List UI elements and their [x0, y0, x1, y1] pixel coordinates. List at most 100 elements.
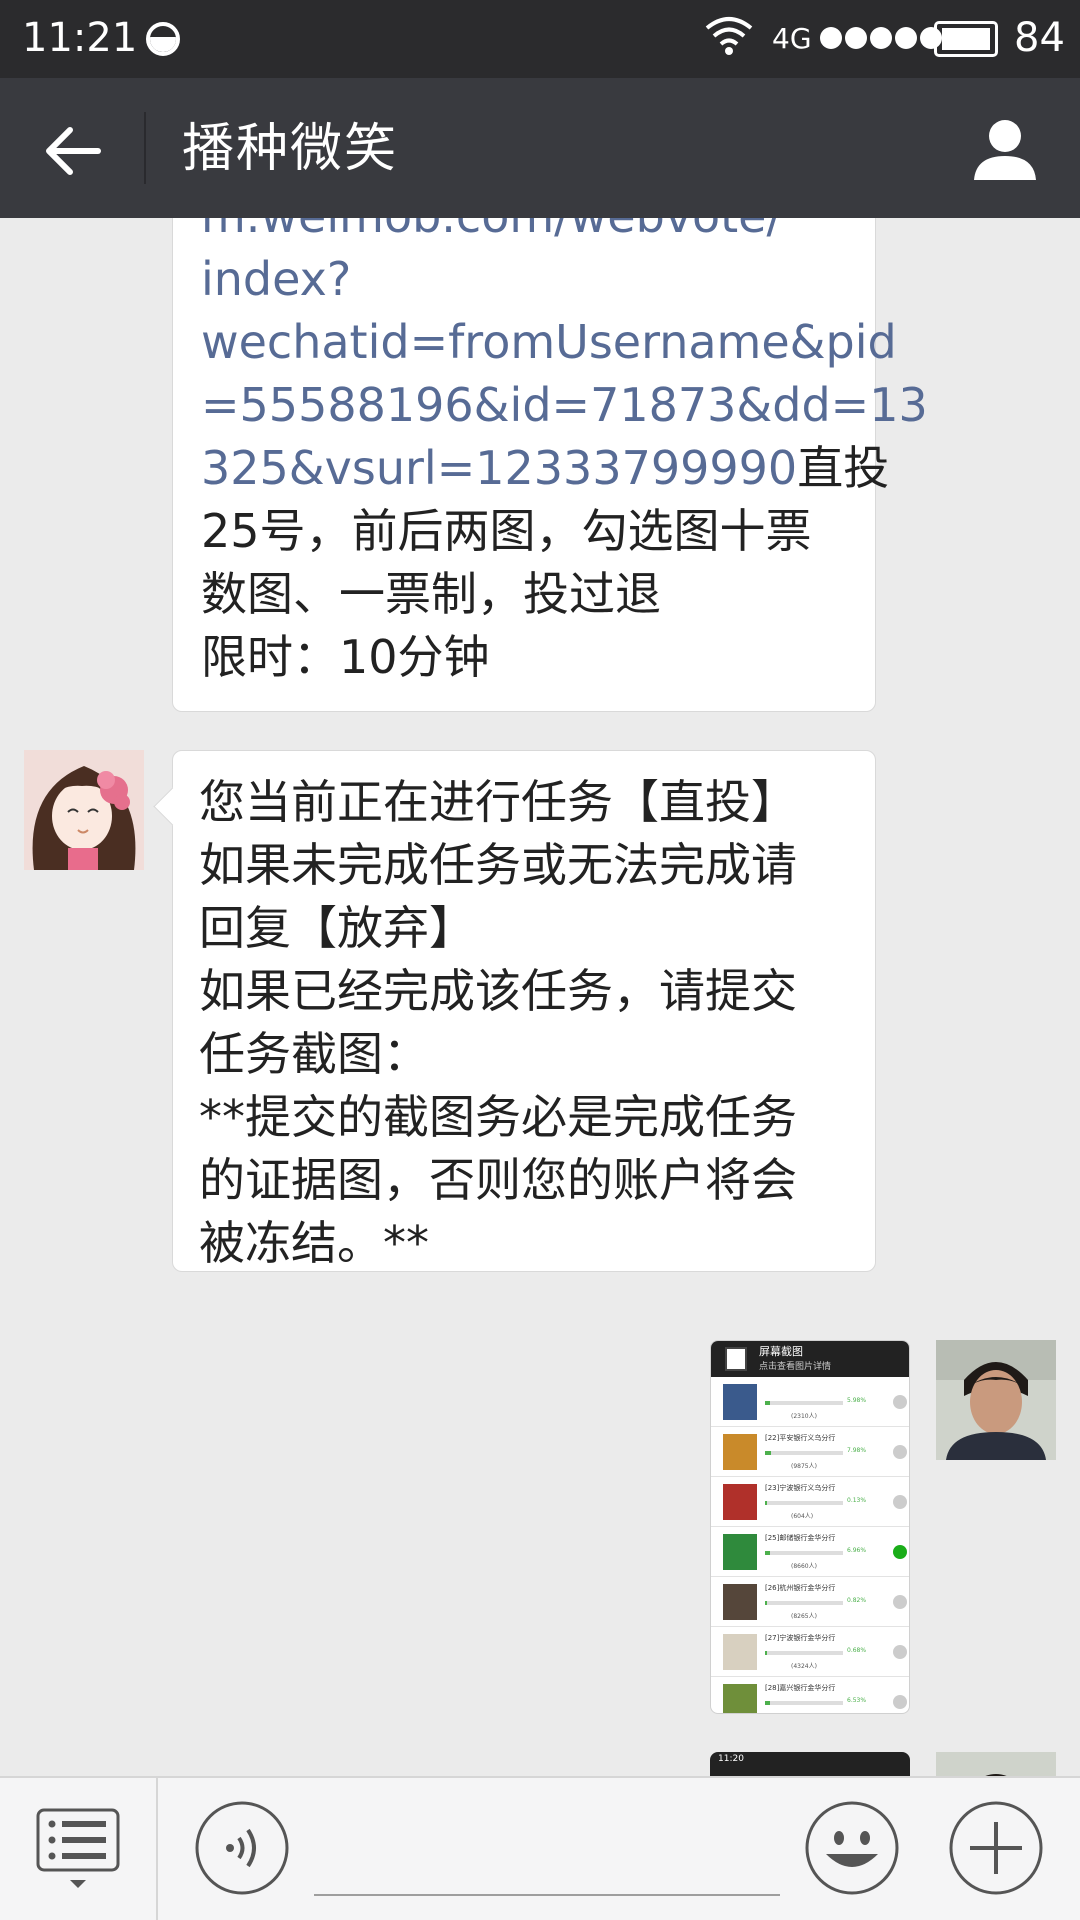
thumb-count: (8660人): [791, 1563, 817, 1570]
thumb-image: [723, 1584, 757, 1620]
screenshot-icon: [725, 1347, 747, 1371]
thumb-progress: [765, 1501, 843, 1505]
message-line: 任务截图：: [199, 1027, 429, 1081]
thumb-header: 屏幕截图 点击查看图片详情: [711, 1341, 909, 1377]
thumb-percent: 0.68%: [847, 1647, 867, 1654]
thumb-row: [26]杭州银行金华分行 0.82% (8265人): [711, 1577, 909, 1627]
thumb-percent: 0.82%: [847, 1597, 867, 1604]
thumb-count: (604人): [791, 1513, 814, 1520]
message-line: 的证据图，否则您的账户将会: [199, 1153, 797, 1207]
my-avatar[interactable]: [936, 1340, 1056, 1460]
do-not-disturb-icon: [146, 22, 180, 56]
thumb-percent: 7.98%: [847, 1447, 867, 1454]
thumb-progress: [765, 1601, 843, 1605]
message-link[interactable]: 325&vsurl=12333799990: [201, 441, 797, 495]
menu-toggle-icon[interactable]: [36, 1808, 120, 1890]
image-message[interactable]: 11:20: [710, 1752, 910, 1776]
header-divider: [144, 112, 146, 184]
thumb-percent: 6.53%: [847, 1697, 867, 1704]
message-input[interactable]: [314, 1894, 780, 1896]
message-line: 被冻结。**: [199, 1216, 429, 1270]
sender-avatar[interactable]: [24, 750, 144, 870]
radio-icon: [893, 1395, 907, 1409]
chat-title: 播种微笑: [182, 119, 399, 179]
battery-icon: [929, 21, 998, 57]
thumb-list: 5.98% (2310人) [22]平安银行义乌分行 7.98% (9875人) [23]…: [711, 1377, 909, 1713]
message-link[interactable]: =55588196&id=71873&dd=13: [201, 374, 928, 437]
message-link[interactable]: wechatid=fromUsername&pid: [201, 311, 897, 374]
thumb-percent: 6.96%: [847, 1547, 867, 1554]
message-line: 25号，前后两图，勾选图十票: [201, 504, 812, 558]
message-line: 限时：10分钟: [201, 630, 490, 684]
thumb-row: [28]嘉兴银行金华分行 6.53% (1489人): [711, 1677, 909, 1713]
chat-header: 播种微笑: [0, 78, 1080, 218]
battery-percent: 84: [1014, 15, 1065, 61]
thumb-image: [723, 1634, 757, 1670]
message-line: 回复【放弃】: [199, 901, 475, 955]
input-divider: [156, 1778, 158, 1920]
thumb-percent: 5.98%: [847, 1397, 867, 1404]
radio-icon: [893, 1595, 907, 1609]
message-line: 您当前正在进行任务【直投】: [199, 775, 797, 829]
thumb-count: (9875人): [791, 1463, 817, 1470]
radio-icon: [893, 1445, 907, 1459]
checked-icon: [893, 1545, 907, 1559]
thumb-count: (8265人): [791, 1613, 817, 1620]
plus-icon[interactable]: [948, 1800, 1044, 1896]
thumb-title: 屏幕截图: [759, 1345, 803, 1358]
thumb-progress: [765, 1651, 843, 1655]
thumb-image: [723, 1384, 757, 1420]
wifi-icon: [705, 17, 753, 55]
thumb-progress: [765, 1451, 843, 1455]
thumb-row: [25]邮储银行金华分行 6.96% (8660人): [711, 1527, 909, 1577]
radio-icon: [893, 1645, 907, 1659]
status-bar: 11:21 4G 84: [0, 0, 1080, 78]
thumb-image: [723, 1434, 757, 1470]
message-link[interactable]: index?: [201, 248, 849, 311]
thumb-image: [723, 1684, 757, 1713]
thumb-progress: [765, 1551, 843, 1555]
thumb-percent: 0.13%: [847, 1497, 867, 1504]
message-line: 如果未完成任务或无法完成请: [199, 838, 797, 892]
chat-message-list[interactable]: m.weimob.com/webvote/ index? wechatid=fr…: [0, 218, 1080, 1776]
thumb-label: [27]宁波银行金华分行: [765, 1634, 836, 1642]
emoji-icon[interactable]: [804, 1800, 900, 1896]
thumb-subtitle: 点击查看图片详情: [759, 1362, 832, 1372]
radio-icon: [893, 1695, 907, 1709]
message-line: 数图、一票制，投过退: [201, 567, 661, 621]
message-line: **提交的截图务必是完成任务: [199, 1090, 797, 1144]
thumb-label: [26]杭州银行金华分行: [765, 1584, 836, 1592]
thumb-label: [23]宁波银行义乌分行: [765, 1484, 836, 1492]
network-type: 4G: [772, 22, 812, 55]
voice-icon[interactable]: [194, 1800, 290, 1896]
message-line: 如果已经完成该任务，请提交: [199, 964, 797, 1018]
thumb-label: [22]平安银行义乌分行: [765, 1434, 836, 1442]
message-text: m.weimob.com/webvote/ index? wechatid=fr…: [201, 218, 928, 689]
message-link[interactable]: m.weimob.com/webvote/: [201, 218, 849, 248]
profile-icon[interactable]: [970, 114, 1040, 184]
input-bar: [0, 1776, 1080, 1920]
thumb-row: [22]平安银行义乌分行 7.98% (9875人): [711, 1427, 909, 1477]
status-time: 11:21: [22, 15, 138, 61]
back-arrow-icon[interactable]: [38, 116, 108, 186]
thumb-row: [23]宁波银行义乌分行 0.13% (604人): [711, 1477, 909, 1527]
message-line: 直投: [797, 441, 890, 495]
thumb-image: [723, 1484, 757, 1520]
message-bubble[interactable]: m.weimob.com/webvote/ index? wechatid=fr…: [172, 218, 928, 712]
thumb-count: (2310人): [791, 1413, 817, 1420]
thumb-row: [27]宁波银行金华分行 0.68% (4324人): [711, 1627, 909, 1677]
thumb-count: (1489人): [791, 1711, 817, 1713]
message-bubble[interactable]: 您当前正在进行任务【直投】 如果未完成任务或无法完成请 回复【放弃】 如果已经完…: [172, 750, 876, 1272]
thumb-row: 5.98% (2310人): [711, 1377, 909, 1427]
thumb-image: [723, 1534, 757, 1570]
thumb-time: 11:20: [718, 1754, 744, 1764]
image-message[interactable]: 屏幕截图 点击查看图片详情 5.98% (2310人) [22]平安银行义乌分行 7.…: [710, 1340, 910, 1714]
my-avatar[interactable]: [936, 1752, 1056, 1776]
thumb-progress: [765, 1401, 843, 1405]
thumb-label: [25]邮储银行金华分行: [765, 1534, 836, 1542]
radio-icon: [893, 1495, 907, 1509]
thumb-progress: [765, 1701, 843, 1705]
signal-strength-icon: [820, 27, 942, 49]
thumb-count: (4324人): [791, 1663, 817, 1670]
thumb-label: [28]嘉兴银行金华分行: [765, 1684, 836, 1692]
